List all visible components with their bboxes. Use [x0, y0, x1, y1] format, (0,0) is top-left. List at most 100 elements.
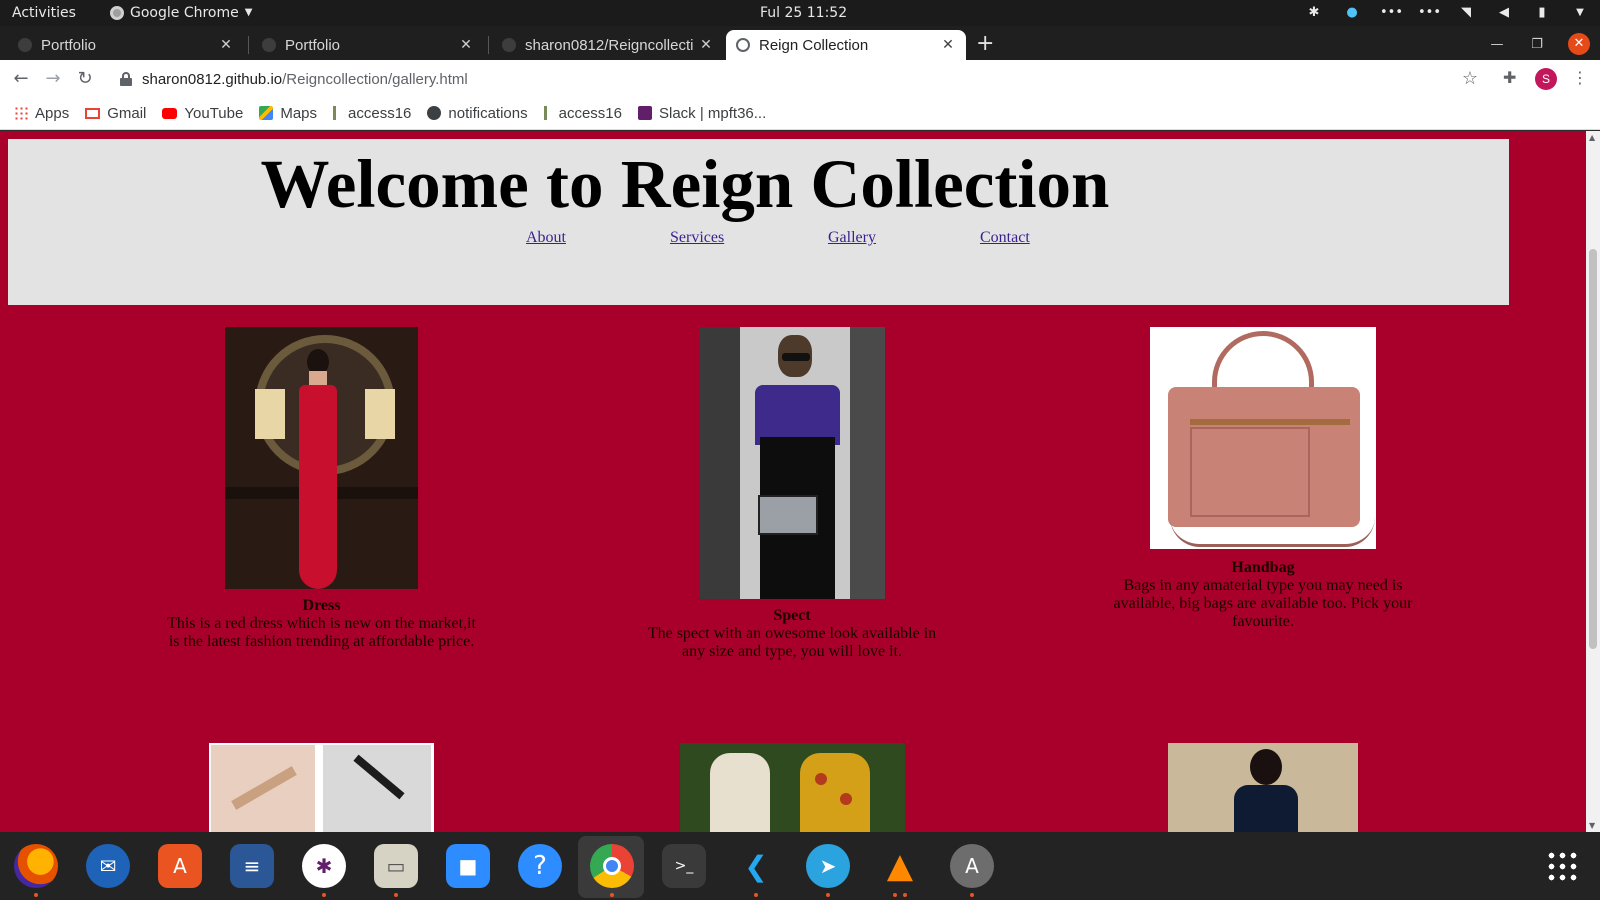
tab-title: Portfolio [285, 36, 341, 54]
card-description: This is a red dress which is new on the … [167, 615, 476, 632]
vlc-icon[interactable]: ▲ [878, 844, 922, 888]
activities-button[interactable]: Activities [12, 4, 76, 22]
telegram-tray-icon[interactable]: ● [1342, 3, 1362, 23]
gmail-icon [85, 107, 101, 119]
vscode-icon[interactable]: ❮ [734, 844, 778, 888]
maximize-button[interactable]: ❐ [1528, 37, 1546, 52]
bookmark-label: Apps [35, 104, 70, 122]
minimize-button[interactable]: — [1488, 37, 1506, 52]
system-menu-chevron-icon[interactable]: ▼ [1570, 3, 1590, 23]
terminal-icon[interactable]: >_ [662, 844, 706, 888]
bookmark-access16-2[interactable]: access16 [543, 104, 622, 122]
forward-button[interactable]: → [42, 68, 64, 90]
bookmark-gmail[interactable]: Gmail [85, 105, 146, 122]
close-icon[interactable]: ✕ [940, 37, 956, 53]
volume-icon[interactable]: ◀ [1494, 3, 1514, 23]
nav-link-services[interactable]: Services [670, 229, 724, 247]
nav-link-gallery[interactable]: Gallery [828, 229, 876, 247]
updater-icon[interactable]: A [950, 844, 994, 888]
running-indicator [394, 893, 398, 897]
page-scrollbar[interactable]: ▲ ▼ [1586, 131, 1600, 832]
window-close-button[interactable]: ✕ [1568, 33, 1590, 55]
software-icon[interactable]: A [158, 844, 202, 888]
system-top-bar: Activities Google Chrome ▼ Ful 25 11:52 … [0, 0, 1600, 26]
card-title: Spect [773, 607, 811, 624]
running-indicator [893, 893, 897, 897]
page-title: Welcome to Reign Collection [260, 146, 1110, 222]
bookmark-access16[interactable]: access16 [333, 105, 411, 122]
running-indicator [826, 893, 830, 897]
kebab-menu-icon[interactable]: ⋮ [1572, 68, 1588, 87]
maps-icon [259, 106, 274, 120]
tab-portfolio-2[interactable]: Portfolio ✕ [252, 30, 484, 60]
handbag-image [1150, 327, 1376, 549]
bookmark-notifications[interactable]: notifications [427, 105, 528, 122]
bookmark-maps[interactable]: Maps [259, 105, 317, 122]
browser-toolbar: ← → ↻ sharon0812.github.io/Reigncollecti… [0, 60, 1600, 97]
wifi-icon[interactable]: ◥ [1456, 3, 1476, 23]
nav-link-about[interactable]: About [526, 229, 566, 247]
app-menu[interactable]: Google Chrome ▼ [110, 4, 252, 22]
spect-image [700, 327, 885, 599]
woman-portrait-image [1168, 743, 1358, 832]
bookmark-label: YouTube [184, 104, 244, 122]
scroll-down-arrow-icon[interactable]: ▼ [1589, 821, 1595, 830]
extensions-puzzle-icon[interactable]: ✚ [1503, 68, 1516, 87]
slack-icon [637, 106, 652, 120]
page-viewport[interactable]: Welcome to Reign Collection About Servic… [0, 131, 1600, 832]
access-icon [333, 106, 341, 120]
profile-avatar[interactable]: S [1535, 68, 1557, 90]
close-icon[interactable]: ✕ [458, 37, 474, 53]
slack-icon[interactable]: ✱ [302, 844, 346, 888]
zoom-icon[interactable]: ■ [446, 844, 490, 888]
tab-reign-collection[interactable]: Reign Collection ✕ [726, 30, 966, 60]
app-menu-label: Google Chrome [130, 5, 239, 21]
globe-icon [427, 106, 442, 120]
telegram-icon[interactable]: ➤ [806, 844, 850, 888]
reload-button[interactable]: ↻ [74, 68, 96, 90]
dock: ✉ A ≡ ✱ ▭ ■ ? >_ ❮ ➤ ▲ A [0, 832, 1600, 900]
new-tab-button[interactable]: + [976, 33, 994, 55]
slack-tray-icon[interactable]: ✱ [1304, 3, 1324, 23]
close-icon[interactable]: ✕ [218, 37, 234, 53]
scroll-up-arrow-icon[interactable]: ▲ [1589, 133, 1595, 142]
tab-title: Reign Collection [759, 36, 869, 54]
more-icon[interactable]: ••• [1380, 3, 1403, 23]
nav-link-contact[interactable]: Contact [980, 229, 1030, 247]
battery-icon[interactable]: ▮ [1532, 3, 1552, 23]
tab-github[interactable]: sharon0812/Reigncollecti ✕ [492, 30, 724, 60]
card-description: favourite. [1232, 613, 1294, 630]
show-applications-grid-icon[interactable] [1546, 850, 1578, 882]
bookmark-youtube[interactable]: YouTube [162, 105, 243, 122]
running-indicator [754, 893, 758, 897]
lock-icon[interactable] [120, 72, 132, 86]
address-bar[interactable]: sharon0812.github.io/Reigncollection/gal… [108, 64, 1490, 94]
clock[interactable]: Ful 25 11:52 [760, 4, 847, 22]
chevron-down-icon: ▼ [244, 7, 253, 18]
close-icon[interactable]: ✕ [698, 37, 714, 53]
files-icon[interactable]: ▭ [374, 844, 418, 888]
bookmark-label: Maps [280, 104, 318, 122]
back-button[interactable]: ← [10, 68, 32, 90]
bookmark-label: access16 [558, 104, 622, 122]
bookmark-apps[interactable]: Apps [14, 105, 69, 122]
url-text[interactable]: sharon0812.github.io/Reigncollection/gal… [142, 71, 468, 88]
tab-portfolio-1[interactable]: Portfolio ✕ [8, 30, 244, 60]
thunderbird-icon[interactable]: ✉ [86, 844, 130, 888]
github-icon [502, 38, 516, 52]
bookmark-label: Slack | mpft36... [658, 104, 767, 122]
window-controls: — ❐ ✕ [1488, 33, 1590, 55]
tab-separator [248, 36, 249, 54]
running-indicator [322, 893, 326, 897]
help-icon[interactable]: ? [518, 844, 562, 888]
bookmark-star-icon[interactable]: ☆ [1462, 68, 1478, 89]
scroll-thumb[interactable] [1589, 249, 1597, 649]
text-editor-icon[interactable]: ≡ [230, 844, 274, 888]
bookmark-slack[interactable]: Slack | mpft36... [637, 104, 767, 122]
gallery-card-handbag: Handbag Bags in any amaterial type you m… [1100, 559, 1426, 631]
bookmark-label: access16 [348, 104, 412, 122]
tab-title: Portfolio [41, 36, 97, 54]
firefox-icon[interactable] [14, 844, 58, 888]
chrome-icon[interactable] [590, 844, 634, 888]
more-icon[interactable]: ••• [1418, 3, 1441, 23]
